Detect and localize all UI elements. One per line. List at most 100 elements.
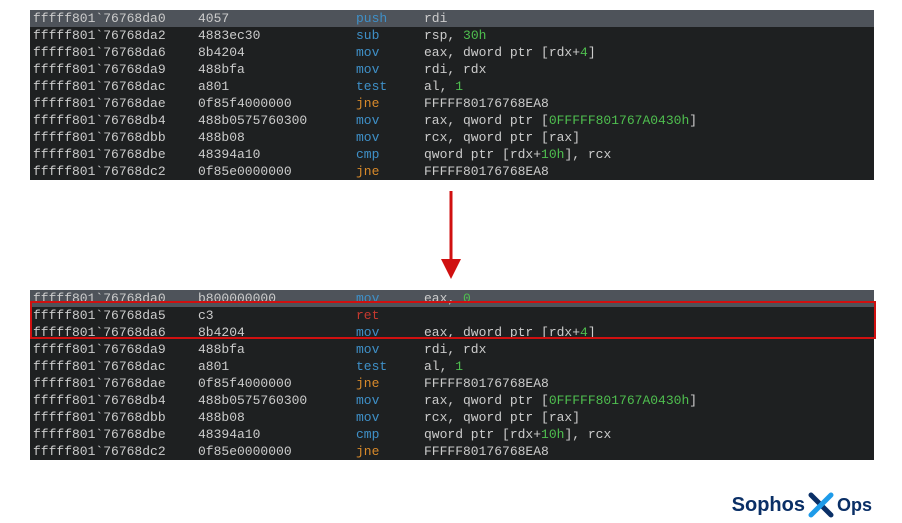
arrow-down-icon [0, 180, 902, 290]
mnemonic: mov [356, 112, 424, 129]
address: fffff801`76768dae [30, 375, 198, 392]
disasm-row: fffff801`76768dc20f85e0000000jneFFFFF801… [30, 163, 874, 180]
address: fffff801`76768dc2 [30, 163, 198, 180]
opcode-bytes: 488b08 [198, 129, 356, 146]
disassembly-block-patched: fffff801`76768da0b800000000moveax, 0ffff… [30, 290, 874, 460]
opcode-bytes: 488bfa [198, 61, 356, 78]
operands: rax, qword ptr [0FFFFF801767A0430h] [424, 392, 874, 409]
disasm-row: fffff801`76768da04057pushrdi [30, 10, 874, 27]
mnemonic: cmp [356, 146, 424, 163]
disasm-row: fffff801`76768da68b4204moveax, dword ptr… [30, 44, 874, 61]
operands: rdi [424, 10, 874, 27]
logo-text-secondary: Ops [837, 495, 872, 516]
address: fffff801`76768dbe [30, 426, 198, 443]
address: fffff801`76768da0 [30, 290, 198, 307]
opcode-bytes: 0f85e0000000 [198, 443, 356, 460]
operands: rdi, rdx [424, 61, 874, 78]
disasm-row: fffff801`76768daca801testal, 1 [30, 78, 874, 95]
opcode-bytes: a801 [198, 358, 356, 375]
disasm-row: fffff801`76768da68b4204moveax, dword ptr… [30, 324, 874, 341]
address: fffff801`76768da9 [30, 341, 198, 358]
mnemonic: mov [356, 290, 424, 307]
opcode-bytes: c3 [198, 307, 356, 324]
operands: qword ptr [rdx+10h], rcx [424, 426, 874, 443]
disasm-row: fffff801`76768db4488b0575760300movrax, q… [30, 112, 874, 129]
operands: al, 1 [424, 358, 874, 375]
disasm-row: fffff801`76768dbb488b08movrcx, qword ptr… [30, 409, 874, 426]
opcode-bytes: 48394a10 [198, 146, 356, 163]
opcode-bytes: 488bfa [198, 341, 356, 358]
opcode-bytes: 48394a10 [198, 426, 356, 443]
mnemonic: jne [356, 375, 424, 392]
mnemonic: test [356, 358, 424, 375]
opcode-bytes: 8b4204 [198, 44, 356, 61]
mnemonic: test [356, 78, 424, 95]
operands: eax, 0 [424, 290, 874, 307]
mnemonic: ret [356, 307, 424, 324]
disasm-row: fffff801`76768db4488b0575760300movrax, q… [30, 392, 874, 409]
address: fffff801`76768da2 [30, 27, 198, 44]
address: fffff801`76768dbb [30, 129, 198, 146]
opcode-bytes: 0f85e0000000 [198, 163, 356, 180]
disasm-row: fffff801`76768dbe48394a10cmpqword ptr [r… [30, 146, 874, 163]
operands: qword ptr [rdx+10h], rcx [424, 146, 874, 163]
operands: rdi, rdx [424, 341, 874, 358]
mnemonic: jne [356, 95, 424, 112]
address: fffff801`76768dae [30, 95, 198, 112]
opcode-bytes: b800000000 [198, 290, 356, 307]
address: fffff801`76768dbe [30, 146, 198, 163]
operands: FFFFF80176768EA8 [424, 163, 874, 180]
opcode-bytes: 488b0575760300 [198, 112, 356, 129]
disasm-row: fffff801`76768dae0f85f4000000jneFFFFF801… [30, 375, 874, 392]
address: fffff801`76768db4 [30, 112, 198, 129]
opcode-bytes: 4057 [198, 10, 356, 27]
mnemonic: mov [356, 129, 424, 146]
disasm-row: fffff801`76768dbe48394a10cmpqword ptr [r… [30, 426, 874, 443]
disasm-row: fffff801`76768da0b800000000moveax, 0 [30, 290, 874, 307]
address: fffff801`76768da0 [30, 10, 198, 27]
opcode-bytes: a801 [198, 78, 356, 95]
disassembly-block-original: fffff801`76768da04057pushrdifffff801`767… [30, 10, 874, 180]
address: fffff801`76768dc2 [30, 443, 198, 460]
operands: rcx, qword ptr [rax] [424, 129, 874, 146]
address: fffff801`76768da5 [30, 307, 198, 324]
sophos-x-ops-logo: Sophos Ops [732, 491, 872, 519]
mnemonic: cmp [356, 426, 424, 443]
operands: eax, dword ptr [rdx+4] [424, 44, 874, 61]
mnemonic: jne [356, 163, 424, 180]
opcode-bytes: 0f85f4000000 [198, 95, 356, 112]
address: fffff801`76768da6 [30, 44, 198, 61]
mnemonic: mov [356, 324, 424, 341]
opcode-bytes: 4883ec30 [198, 27, 356, 44]
address: fffff801`76768dbb [30, 409, 198, 426]
disasm-row: fffff801`76768da24883ec30subrsp, 30h [30, 27, 874, 44]
opcode-bytes: 488b08 [198, 409, 356, 426]
disasm-row: fffff801`76768dbb488b08movrcx, qword ptr… [30, 129, 874, 146]
operands: rcx, qword ptr [rax] [424, 409, 874, 426]
operands: al, 1 [424, 78, 874, 95]
operands: FFFFF80176768EA8 [424, 443, 874, 460]
mnemonic: jne [356, 443, 424, 460]
opcode-bytes: 0f85f4000000 [198, 375, 356, 392]
operands: rax, qword ptr [0FFFFF801767A0430h] [424, 112, 874, 129]
operands: FFFFF80176768EA8 [424, 375, 874, 392]
logo-text-primary: Sophos [732, 494, 805, 517]
address: fffff801`76768da6 [30, 324, 198, 341]
mnemonic: mov [356, 392, 424, 409]
operands: eax, dword ptr [rdx+4] [424, 324, 874, 341]
address: fffff801`76768db4 [30, 392, 198, 409]
mnemonic: mov [356, 341, 424, 358]
disasm-row: fffff801`76768dc20f85e0000000jneFFFFF801… [30, 443, 874, 460]
opcode-bytes: 488b0575760300 [198, 392, 356, 409]
mnemonic: mov [356, 409, 424, 426]
mnemonic: sub [356, 27, 424, 44]
disasm-row: fffff801`76768da9488bfamovrdi, rdx [30, 341, 874, 358]
address: fffff801`76768da9 [30, 61, 198, 78]
disasm-row: fffff801`76768daca801testal, 1 [30, 358, 874, 375]
mnemonic: mov [356, 61, 424, 78]
operands: FFFFF80176768EA8 [424, 95, 874, 112]
operands: rsp, 30h [424, 27, 874, 44]
disasm-row: fffff801`76768da9488bfamovrdi, rdx [30, 61, 874, 78]
opcode-bytes: 8b4204 [198, 324, 356, 341]
logo-x-icon [807, 491, 835, 519]
